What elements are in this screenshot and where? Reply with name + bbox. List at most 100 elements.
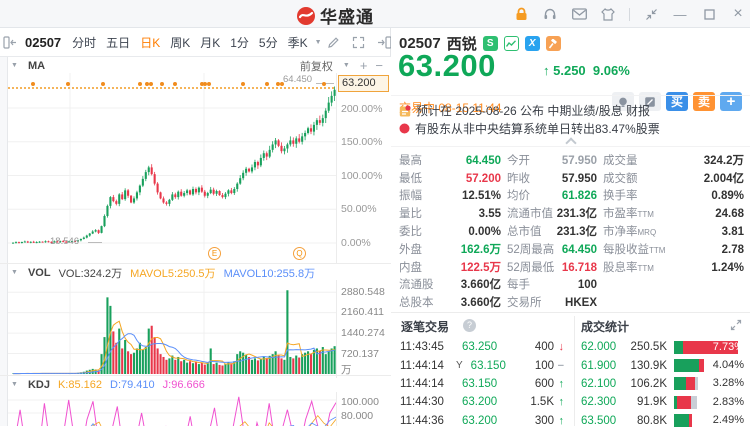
volstat-bar: 7.73% [674,341,744,354]
bottom-tables-header: 逐笔交易 ? 成交统计 [391,316,750,336]
tab-周K[interactable]: 周K [165,34,195,51]
minimize-icon[interactable]: — [672,6,688,22]
top-bar: 华盛通 — × [0,0,750,28]
zoom-in-icon[interactable]: + [360,58,368,73]
badge-hammer-icon[interactable] [546,36,561,51]
fullscreen-icon[interactable] [349,36,368,49]
close-icon[interactable]: × [730,6,746,22]
stat-外盘: 外盘162.6万 [399,241,501,257]
vol-pane-header: ▼ VOL VOL:324.2万 MAVOL5:250.5万 MAVOL10:2… [9,264,389,281]
gift-icon[interactable] [600,6,616,22]
news-item-earnings[interactable]: 预计在 2025-08-26 公布 中期业绩/股息 财报 [399,102,650,119]
axis-tick: 200.00% [341,103,382,115]
candlestick-chart[interactable] [8,73,336,250]
stat-市盈率: 市盈率TTM24.68 [603,205,744,221]
news-section: 预计在 2025-08-26 公布 中期业绩/股息 财报 有股东从非中央结算系统… [391,95,750,147]
trade-flag: Y [456,360,463,371]
stat-label: 委比 [399,223,422,239]
volstat-percent: 2.83% [713,396,744,409]
stat-label: 52周最高 [507,241,554,257]
stat-value: 100 [578,279,597,291]
stat-value: 64.450 [466,155,501,167]
tab-5分[interactable]: 5分 [254,34,283,51]
zoom-out-icon[interactable]: − [375,58,383,73]
tab-1分[interactable]: 1分 [225,34,254,51]
draw-pencil-icon[interactable] [324,36,343,49]
app-logo: 华盛通 [296,3,374,28]
stat-52周最高: 52周最高 64.450 [507,241,597,257]
volume-stat-row: 62.30091.9K2.83% [575,393,750,411]
chart-toolbar: 02507 分时五日日K周K月K1分5分季K ▼ [0,28,391,57]
tab-月K[interactable]: 月K [195,34,225,51]
stat-value: 2.78 [722,244,744,256]
headset-icon[interactable] [542,6,558,22]
current-price-tag: 63.200 [338,75,389,92]
volstat-price: 62.100 [581,378,625,390]
badge-x-icon[interactable]: X [525,36,540,51]
event-marker-e[interactable]: E [208,247,221,260]
stat-昨收: 昨收57.950 [507,170,597,186]
trade-volume: 300 [514,415,554,427]
stat-value: 64.450 [562,244,597,256]
news-item-announcement[interactable]: 有股东从非中央结算系统单日转出83.47%股票 [399,120,660,137]
period-dropdown-icon[interactable]: ▼ [315,39,322,46]
trade-volume: 100 [523,360,554,372]
event-dot-icon [265,82,269,86]
collapse-left-icon[interactable] [0,36,21,49]
badge-chart-icon[interactable] [504,36,519,51]
change-arrow-icon: ↑ [543,63,550,78]
news-text: 预计在 2025-08-26 公布 中期业绩/股息 财报 [416,102,650,119]
adjust-mode-label[interactable]: 前复权 [300,58,333,74]
left-panel-gutter[interactable] [0,57,8,426]
volume-stat-row: 62.000250.5K7.73% [575,338,750,356]
collapse-news-chevron-icon[interactable] [567,137,575,145]
trade-time: 11:44:14 [400,378,454,390]
maximize-icon[interactable] [701,6,717,22]
adjust-dropdown-icon[interactable]: ▼ [343,62,350,69]
tab-五日[interactable]: 五日 [101,34,135,51]
announcement-dot-icon [399,123,410,134]
volume-chart[interactable] [8,280,336,376]
stat-label: 市净率MRQ [603,223,656,239]
stats-row: 外盘162.6万52周最高64.450每股收益TTM2.78 [399,240,744,258]
tab-分时[interactable]: 分时 [67,34,101,51]
stat-振幅: 振幅12.51% [399,187,501,203]
stat-value: HKEX [565,297,597,309]
bar-segment [674,414,689,427]
stat-最低: 最低57.200 [399,170,501,186]
mail-icon[interactable] [571,6,587,22]
event-dot-icon [207,82,211,86]
stat-label: 振幅 [399,187,422,203]
indicator-dropdown-icon[interactable]: ▼ [11,62,18,69]
expand-table-icon[interactable] [730,319,742,331]
earnings-calendar-icon [399,105,411,117]
volstat-volume: 106.2K [625,378,667,390]
chart-tabs: 分时五日日K周K月K1分5分季K [67,34,312,51]
stat-value: 3.660亿 [461,276,501,292]
lock-icon[interactable] [513,6,529,22]
help-icon[interactable]: ? [463,319,476,332]
symbol-code: 02507 [25,35,61,50]
stat-总市值: 总市值231.3亿 [507,223,597,239]
trade-price: 63.150 [462,378,514,390]
tab-季K[interactable]: 季K [283,34,313,51]
tab-日K[interactable]: 日K [135,34,165,51]
bar-segment [695,377,698,390]
stats-row: 最高64.450今开57.950成交量324.2万 [399,151,744,169]
shrink-window-icon[interactable] [643,6,659,22]
vol-value: VOL:324.2万 [59,265,123,281]
low-price-label: 18.546 [50,236,79,247]
kdj-dropdown-icon[interactable]: ▼ [11,381,18,388]
stat-value: 57.950 [562,155,597,167]
volstat-percent: 7.73% [713,341,744,354]
event-marker-q[interactable]: Q [293,247,306,260]
vol-dropdown-icon[interactable]: ▼ [11,269,18,276]
volstat-volume: 130.9K [625,360,667,372]
axis-tick: 1440.274 [341,327,385,339]
event-dot-icon [280,82,284,86]
trade-volume: 400 [514,341,554,353]
volume-stat-row: 62.100106.2K3.28% [575,375,750,393]
divider [629,8,630,21]
trade-direction-flat-icon: − [554,360,564,372]
kdj-chart[interactable] [8,392,336,426]
